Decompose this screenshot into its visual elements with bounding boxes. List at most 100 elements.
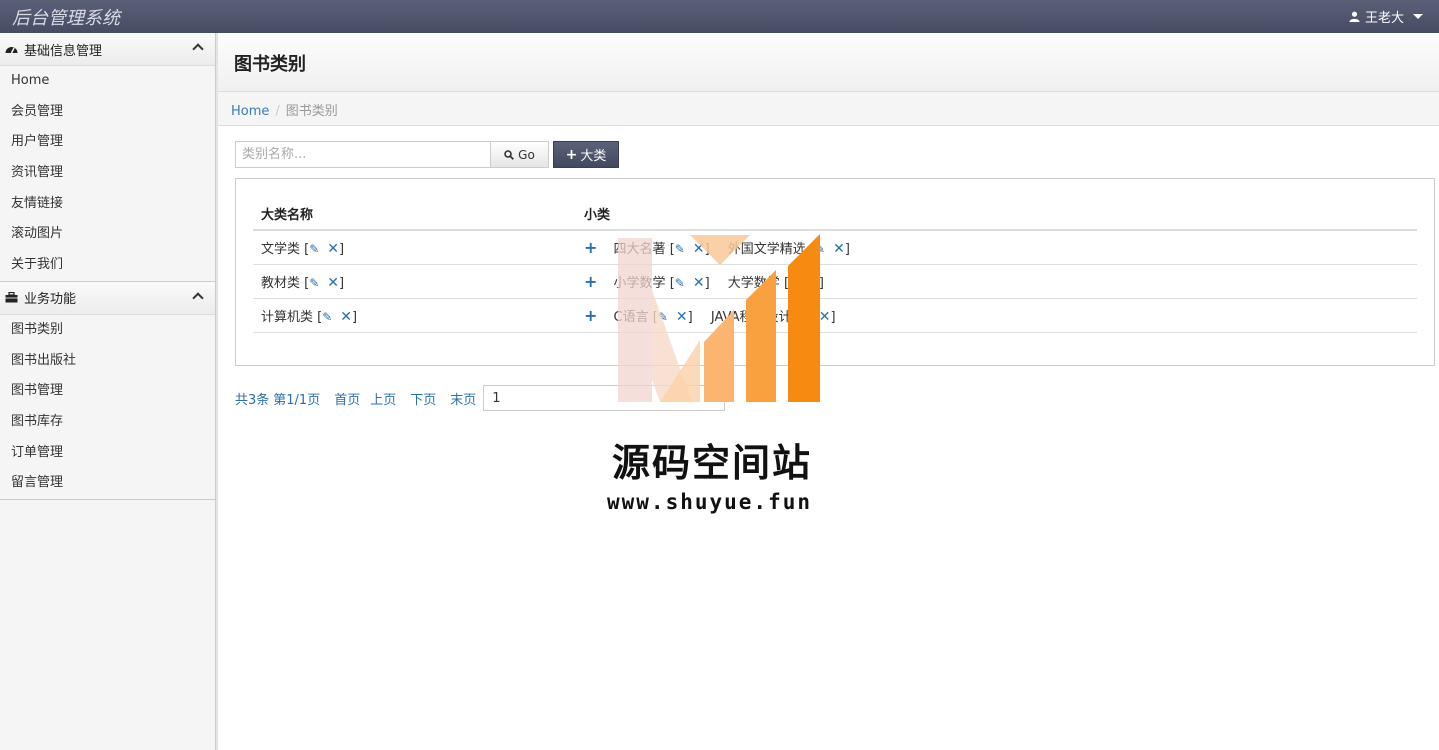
sidebar-item-orders[interactable]: 订单管理 (0, 438, 215, 469)
sidebar-item-home[interactable]: Home (0, 66, 215, 97)
pagination: 共3条 第1/1页 首页 上页 下页 末页 (235, 385, 726, 411)
caret-down-icon (1413, 14, 1423, 19)
subcategory-name: 大学数学 (727, 275, 780, 291)
subcategory-item: 外国文学精选 [✎ ✕] (727, 240, 850, 257)
sidebar-item-about[interactable]: 关于我们 (0, 250, 215, 281)
sidebar-item-book-categories[interactable]: 图书类别 (0, 315, 215, 346)
category-cell: 计算机类 [✎ ✕] (253, 298, 576, 333)
sidebar-item-news[interactable]: 资讯管理 (0, 158, 215, 189)
category-table: 大类名称 小类 文学类 [✎ ✕] + 四大名著 [✎ ✕] 外国文学精选 [✎ ✕] (253, 198, 1417, 333)
delete-icon[interactable]: ✕ (340, 309, 352, 325)
delete-icon[interactable]: ✕ (327, 241, 339, 257)
edit-icon[interactable]: ✎ (801, 310, 811, 324)
add-category-button[interactable]: + 大类 (553, 141, 619, 168)
subcategory-name: 外国文学精选 (727, 241, 806, 257)
sidebar: 基础信息管理 Home 会员管理 用户管理 资讯管理 友情链接 滚动图片 关于我… (0, 33, 218, 750)
delete-icon[interactable]: ✕ (693, 275, 705, 291)
pager-last-link[interactable]: 末页 (450, 389, 476, 408)
edit-icon[interactable]: ✎ (789, 276, 799, 290)
breadcrumb-home-link[interactable]: Home (231, 104, 269, 119)
edit-icon[interactable]: ✎ (675, 276, 685, 290)
category-search-input[interactable] (235, 141, 491, 168)
table-row: 计算机类 [✎ ✕] + C语言 [✎ ✕] JAVA程序设计 [✎ ✕] (253, 298, 1417, 333)
subcategory-item: 大学数学 [✎ ✕] (727, 274, 824, 291)
edit-icon[interactable]: ✎ (322, 310, 332, 324)
breadcrumb-current: 图书类别 (285, 104, 338, 119)
category-table-panel: 大类名称 小类 文学类 [✎ ✕] + 四大名著 [✎ ✕] 外国文学精选 [✎ ✕] (235, 178, 1435, 366)
breadcrumb: Home / 图书类别 (218, 92, 1439, 126)
sidebar-item-books[interactable]: 图书管理 (0, 376, 215, 407)
search-icon (504, 149, 515, 160)
bracket-close: ] (339, 275, 345, 291)
top-bar: 后台管理系统 王老大 (0, 0, 1439, 33)
main-content: 图书类别 Home / 图书类别 Go + 大类 大类名称 小类 (218, 33, 1439, 750)
subcategory-cell: + 四大名著 [✎ ✕] 外国文学精选 [✎ ✕] (576, 230, 1417, 265)
table-row: 教材类 [✎ ✕] + 小学数学 [✎ ✕] 大学数学 [✎ ✕] (253, 264, 1417, 299)
delete-icon[interactable]: ✕ (833, 241, 845, 257)
delete-icon[interactable]: ✕ (819, 309, 831, 325)
category-name: 文学类 (261, 241, 301, 257)
sidebar-item-members[interactable]: 会员管理 (0, 97, 215, 128)
sidebar-item-slides[interactable]: 滚动图片 (0, 219, 215, 250)
add-subcategory-icon[interactable]: + (584, 272, 597, 291)
subcategory-name: 四大名著 (613, 241, 666, 257)
category-name: 教材类 (261, 275, 301, 291)
subcategory-cell: + 小学数学 [✎ ✕] 大学数学 [✎ ✕] (576, 264, 1417, 299)
subcategory-item: JAVA程序设计 [✎ ✕] (710, 308, 836, 325)
subcategory-item: 小学数学 [✎ ✕] (613, 274, 710, 291)
edit-icon[interactable]: ✎ (309, 242, 319, 256)
sidebar-item-messages[interactable]: 留言管理 (0, 468, 215, 499)
search-toolbar: Go + 大类 (235, 141, 619, 168)
subcategory-item: C语言 [✎ ✕] (613, 308, 693, 325)
edit-icon[interactable]: ✎ (815, 242, 825, 256)
add-subcategory-icon[interactable]: + (584, 306, 597, 325)
edit-icon[interactable]: ✎ (658, 310, 668, 324)
user-menu[interactable]: 王老大 (1349, 7, 1423, 26)
go-button[interactable]: Go (491, 141, 549, 168)
edit-icon[interactable]: ✎ (675, 242, 685, 256)
watermark-name: 源码空间站 (612, 441, 813, 485)
pager-prev-link[interactable]: 上页 (370, 389, 396, 408)
delete-icon[interactable]: ✕ (693, 241, 705, 257)
user-name: 王老大 (1364, 11, 1404, 26)
user-icon (1349, 11, 1360, 22)
chevron-up-icon[interactable] (192, 292, 204, 304)
category-cell: 教材类 [✎ ✕] (253, 264, 576, 299)
delete-icon[interactable]: ✕ (807, 275, 819, 291)
dashboard-icon (4, 42, 18, 56)
table-row: 文学类 [✎ ✕] + 四大名著 [✎ ✕] 外国文学精选 [✎ ✕] (253, 230, 1417, 265)
table-header-row: 大类名称 小类 (253, 198, 1417, 231)
sidebar-item-publishers[interactable]: 图书出版社 (0, 346, 215, 377)
sidebar-group-label: 业务功能 (24, 292, 77, 308)
add-category-label: 大类 (580, 149, 607, 164)
category-name: 计算机类 (261, 309, 314, 325)
sidebar-group-basic[interactable]: 基础信息管理 (0, 33, 215, 66)
subcategory-cell: + C语言 [✎ ✕] JAVA程序设计 [✎ ✕] (576, 298, 1417, 333)
sidebar-item-links[interactable]: 友情链接 (0, 189, 215, 220)
pager-first-link[interactable]: 首页 (334, 389, 360, 408)
chevron-up-icon[interactable] (192, 43, 204, 55)
pager-next-link[interactable]: 下页 (410, 389, 436, 408)
add-subcategory-icon[interactable]: + (584, 238, 597, 257)
subcategory-name: C语言 (613, 309, 649, 325)
page-title: 图书类别 (234, 54, 306, 75)
delete-icon[interactable]: ✕ (676, 309, 688, 325)
sidebar-item-inventory[interactable]: 图书库存 (0, 407, 215, 438)
pager-total: 共3条 (235, 392, 270, 408)
app-title: 后台管理系统 (12, 8, 120, 29)
pager-page-info: 第1/1页 (273, 392, 321, 408)
sidebar-group-business-items: 图书类别 图书出版社 图书管理 图书库存 订单管理 留言管理 (0, 315, 215, 500)
subcategory-name: 小学数学 (613, 275, 666, 291)
page-number-input[interactable] (483, 385, 726, 411)
category-cell: 文学类 [✎ ✕] (253, 230, 576, 265)
delete-icon[interactable]: ✕ (327, 275, 339, 291)
sidebar-item-users[interactable]: 用户管理 (0, 127, 215, 158)
column-header-subcategory: 小类 (576, 198, 1417, 231)
sidebar-group-business[interactable]: 业务功能 (0, 281, 215, 315)
go-label: Go (518, 147, 535, 162)
breadcrumb-separator: / (275, 104, 280, 119)
edit-icon[interactable]: ✎ (309, 276, 319, 290)
subcategory-name: JAVA程序设计 (710, 309, 792, 325)
sidebar-group-basic-items: Home 会员管理 用户管理 资讯管理 友情链接 滚动图片 关于我们 (0, 66, 215, 282)
briefcase-icon (4, 291, 18, 305)
